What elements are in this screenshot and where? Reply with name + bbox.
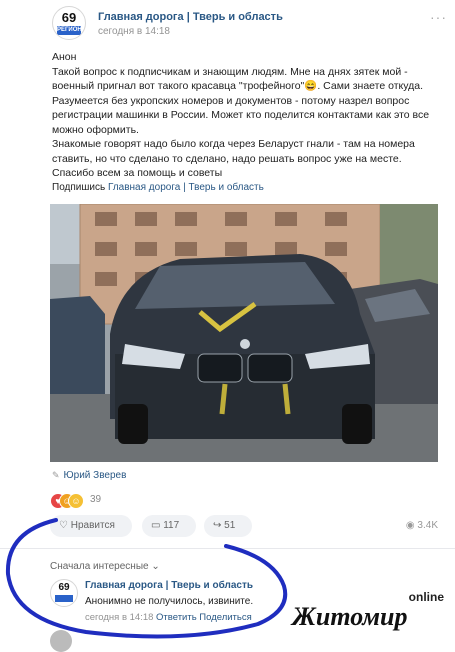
reply-link[interactable]: Ответить	[156, 612, 197, 623]
post-text-line: Анон	[52, 51, 77, 63]
like-button[interactable]: ♡ Нравится	[50, 515, 132, 537]
comment-button[interactable]: ▭ 117	[142, 515, 196, 537]
comment-author[interactable]: Главная дорога | Тверь и область	[85, 580, 253, 591]
eye-icon: ◉	[405, 520, 415, 531]
subscribe-line: Подпишись Главная дорога | Тверь и облас…	[52, 182, 264, 193]
post-author[interactable]: Главная дорога | Тверь и область	[98, 11, 283, 23]
post-text-line: Такой вопрос к подписчикам и знающим люд…	[52, 65, 430, 136]
avatar-number: 69	[61, 10, 77, 25]
share-link[interactable]: Поделиться	[199, 612, 251, 623]
subscribe-link[interactable]: Главная дорога | Тверь и область	[108, 182, 264, 193]
group-avatar[interactable]: 69 РЕГИОН	[52, 6, 86, 40]
post-actions: ♡ Нравится ▭ 117 ↪ 51 ◉ 3.4K	[50, 515, 442, 539]
reactions-count: 39	[90, 494, 102, 505]
post-header: 69 РЕГИОН Главная дорога | Тверь и облас…	[52, 6, 447, 40]
subscribe-label: Подпишись	[52, 182, 106, 193]
signature-name: Юрий Зверев	[63, 470, 127, 481]
views-counter: ◉ 3.4K	[406, 520, 438, 531]
smile-icon: ☺	[68, 493, 84, 509]
comment-avatar-number: 69	[58, 582, 70, 593]
comments-sort[interactable]: Сначала интересные ⌄	[50, 561, 160, 572]
comment-text: Анонимно не получилось, извините.	[85, 596, 254, 607]
vk-post: 69 РЕГИОН Главная дорога | Тверь и облас…	[0, 0, 455, 652]
watermark-online: online	[408, 590, 444, 604]
avatar-region: РЕГИОН	[57, 26, 82, 35]
views-count: 3.4K	[417, 520, 438, 531]
post-time[interactable]: сегодня в 14:18	[98, 26, 170, 37]
comment-avatar-region	[55, 595, 73, 602]
divider	[0, 548, 455, 549]
ellipsis-icon[interactable]: ···	[430, 9, 447, 25]
next-comment-avatar[interactable]	[50, 630, 72, 652]
post-signature[interactable]: ✎ Юрий Зверев	[52, 470, 126, 481]
comment-time[interactable]: сегодня в 14:18	[85, 612, 153, 623]
post-text-line: Знакомые говорят надо было когда через Б…	[52, 138, 415, 179]
sort-label: Сначала интересные	[50, 561, 149, 572]
post-photo[interactable]	[50, 204, 438, 462]
car-photo-graphic	[50, 204, 438, 462]
comments-count: 117	[163, 520, 180, 531]
like-label: Нравится	[70, 520, 115, 531]
site-watermark: online Житомир	[292, 590, 452, 640]
share-button[interactable]: ↪ 51	[204, 515, 252, 537]
chevron-down-icon: ⌄	[151, 561, 160, 572]
heart-outline-icon: ♡	[59, 520, 68, 531]
comment-avatar[interactable]: 69	[50, 579, 78, 607]
comment-meta: сегодня в 14:18 Ответить Поделиться	[85, 612, 252, 623]
watermark-logo: Житомир	[292, 602, 408, 631]
share-icon: ↪	[213, 520, 222, 531]
pen-icon: ✎	[52, 470, 60, 480]
shares-count: 51	[224, 520, 236, 531]
comment-icon: ▭	[151, 520, 161, 531]
post-text: Анон Такой вопрос к подписчикам и знающи…	[52, 50, 436, 181]
